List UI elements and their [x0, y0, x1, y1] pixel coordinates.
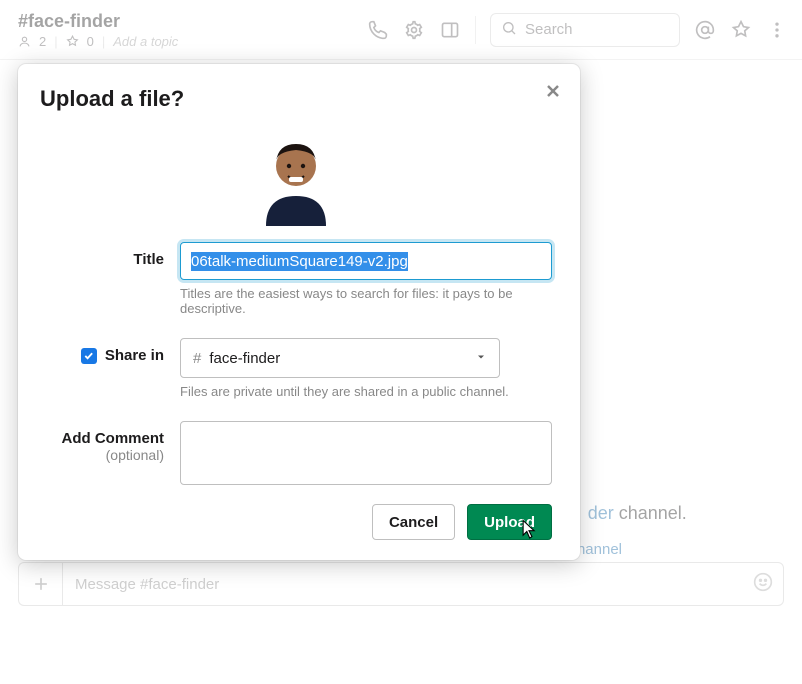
cancel-button[interactable]: Cancel — [372, 504, 455, 540]
title-label: Title — [40, 242, 180, 268]
title-value: 06talk-mediumSquare149-v2.jpg — [191, 252, 408, 271]
comment-row: Add Comment (optional) — [40, 421, 552, 490]
share-channel-value: face-finder — [209, 350, 280, 367]
chevron-down-icon — [475, 350, 487, 367]
share-row: Share in # face-finder Files are private… — [40, 338, 552, 415]
share-help: Files are private until they are shared … — [180, 384, 552, 399]
comment-textarea[interactable] — [180, 421, 552, 485]
close-icon[interactable] — [538, 76, 568, 106]
upload-button[interactable]: Upload — [467, 504, 552, 540]
modal-title: Upload a file? — [40, 86, 552, 112]
upload-file-modal: Upload a file? Title 06talk-mediumSquare… — [18, 64, 580, 560]
comment-sublabel: (optional) — [40, 447, 164, 463]
comment-label: Add Comment — [62, 430, 165, 447]
title-help: Titles are the easiest ways to search fo… — [180, 286, 552, 316]
file-preview — [246, 126, 346, 226]
title-row: Title 06talk-mediumSquare149-v2.jpg Titl… — [40, 242, 552, 332]
title-input[interactable]: 06talk-mediumSquare149-v2.jpg — [180, 242, 552, 280]
hash-icon: # — [193, 350, 201, 367]
modal-footer: Cancel Upload — [40, 504, 552, 540]
share-channel-select[interactable]: # face-finder — [180, 338, 500, 378]
share-checkbox[interactable] — [81, 348, 97, 364]
share-label: Share in — [105, 347, 164, 364]
